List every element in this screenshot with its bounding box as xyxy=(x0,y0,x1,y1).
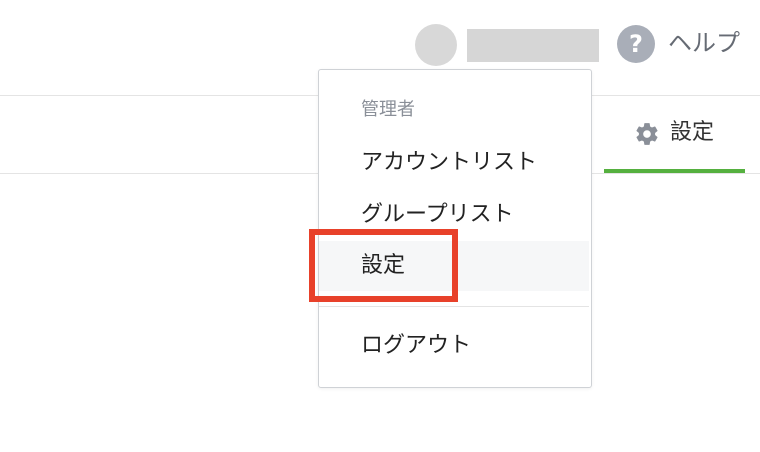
tab-settings[interactable]: 設定 xyxy=(604,97,745,173)
help-link[interactable]: ヘルプ xyxy=(668,28,740,58)
menu-item-logout[interactable]: ログアウト xyxy=(319,321,589,371)
menu-item-account-list[interactable]: アカウントリスト xyxy=(319,138,589,188)
tab-settings-label: 設定 xyxy=(670,120,715,145)
question-mark-icon[interactable]: ? xyxy=(617,25,655,63)
avatar[interactable] xyxy=(415,24,457,66)
annotation-highlight-box xyxy=(309,229,458,302)
username-redacted[interactable] xyxy=(467,29,599,62)
menu-divider xyxy=(319,306,589,307)
menu-section-header: 管理者 xyxy=(361,99,415,120)
gear-icon xyxy=(636,123,658,145)
